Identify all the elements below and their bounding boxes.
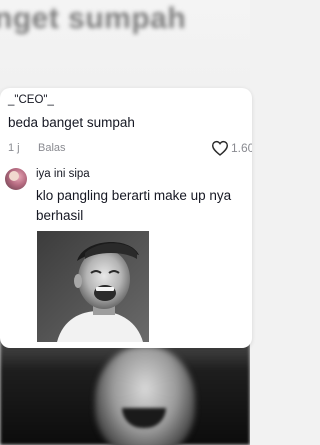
comment-text: beda banget sumpah <box>8 115 135 130</box>
comment-text: klo pangling berarti make up nya berhasi… <box>36 186 250 226</box>
like-button[interactable]: 1.60 <box>211 140 252 156</box>
video-face <box>95 345 195 445</box>
comment-text-line: klo pangling berarti make up nya <box>36 188 232 203</box>
avatar-face <box>9 171 19 181</box>
comment-card: _"CEO"_ beda banget sumpah 1 j Balas 1.6… <box>0 88 252 348</box>
comment-text-line: berhasil <box>36 208 84 223</box>
photo-image <box>37 231 149 342</box>
comment-timestamp: 1 j <box>8 142 20 154</box>
comment-username[interactable]: iya ini sipa <box>36 168 90 180</box>
comment-photo-attachment[interactable] <box>37 231 149 342</box>
video-caption-text: nget sumpah <box>0 2 187 35</box>
like-count: 1.60 <box>231 141 252 155</box>
heart-outline-icon <box>211 140 229 156</box>
comment-username[interactable]: _"CEO"_ <box>8 94 54 106</box>
user-avatar[interactable] <box>5 168 27 190</box>
reply-button[interactable]: Balas <box>38 142 66 154</box>
